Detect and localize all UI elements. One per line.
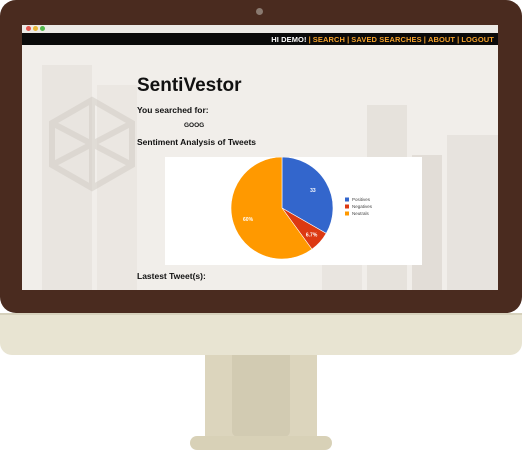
nav-separator: | — [423, 34, 426, 44]
browser-titlebar — [22, 25, 498, 33]
legend-label-positives[interactable]: Positives — [352, 197, 371, 202]
webcam — [256, 8, 263, 15]
legend-swatch-positives — [345, 197, 349, 202]
search-label: You searched for: — [137, 105, 209, 115]
monitor-stand-foot — [190, 436, 332, 450]
nav-link-logout[interactable]: LOGOUT — [461, 35, 494, 44]
legend-swatch-neutrals — [345, 211, 349, 216]
pie-label-negatives: 6.7% — [306, 233, 318, 239]
monitor-bezel: HI DEMO! | SEARCH | SAVED SEARCHES | ABO… — [0, 0, 522, 313]
nav-link-saved-searches[interactable]: SAVED SEARCHES — [351, 35, 421, 44]
nav-separator: | — [457, 34, 460, 44]
sentiment-chart-card: 33 Positives 6.7% Negatives 60% Neutrals — [165, 156, 422, 265]
nav-separator: | — [308, 34, 311, 44]
close-window-button[interactable] — [26, 26, 31, 31]
pie-label-positives: 33 — [310, 188, 316, 194]
sentiment-pie-chart: 33 Positives 6.7% Negatives 60% Neutrals — [230, 156, 373, 260]
latest-tweets-title: Lastest Tweet(s): — [137, 271, 206, 281]
browser-window: HI DEMO! | SEARCH | SAVED SEARCHES | ABO… — [22, 25, 498, 290]
pie-label-neutrals: 60% — [243, 217, 254, 223]
legend-swatch-negatives — [345, 204, 349, 209]
nav-separator: | — [347, 34, 350, 44]
monitor-chin — [0, 313, 522, 355]
minimize-window-button[interactable] — [33, 26, 38, 31]
top-navigation-bar: HI DEMO! | SEARCH | SAVED SEARCHES | ABO… — [22, 33, 498, 45]
maximize-window-button[interactable] — [40, 26, 45, 31]
chin-divider — [0, 313, 522, 315]
monitor-stand-shade — [232, 355, 290, 437]
nav-link-search[interactable]: SEARCH — [313, 35, 345, 44]
user-greeting: HI DEMO! — [271, 34, 307, 44]
search-term: GOOG — [184, 122, 205, 129]
nav-link-about[interactable]: ABOUT — [428, 35, 455, 44]
legend-label-negatives[interactable]: Negatives — [352, 204, 373, 209]
page-title: SentiVestor — [137, 75, 242, 96]
sentiment-section-title: Sentiment Analysis of Tweets — [137, 137, 257, 147]
legend-label-neutrals[interactable]: Neutrals — [352, 211, 370, 216]
